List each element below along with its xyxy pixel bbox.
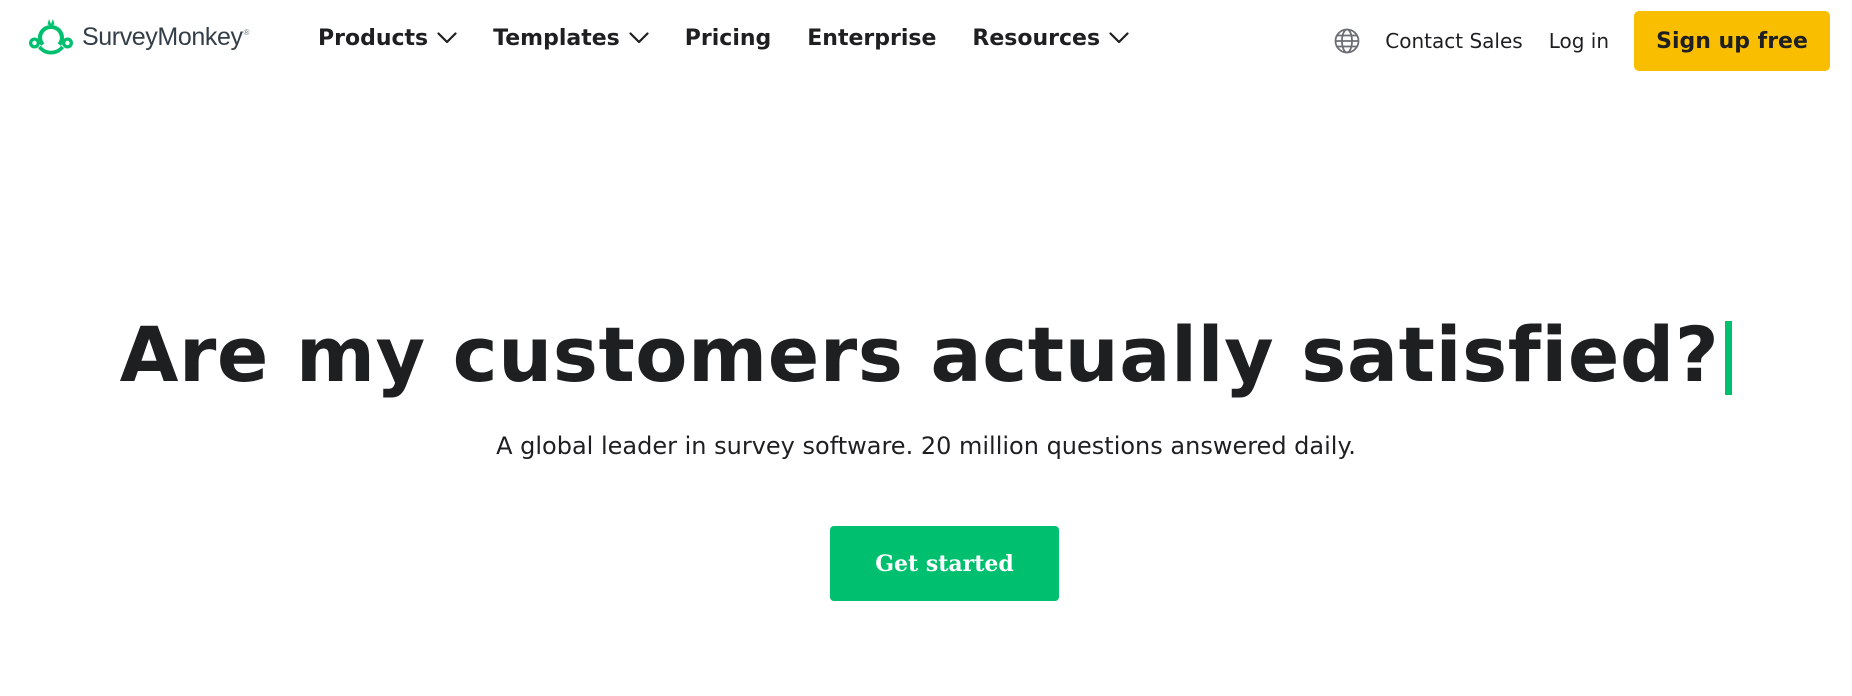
nav-pricing-label: Pricing bbox=[684, 25, 772, 51]
headline-row: Are my customers actually satisfied? bbox=[0, 300, 1852, 410]
hero-headline: Are my customers actually satisfied? bbox=[119, 310, 1720, 399]
surveymonkey-logo[interactable]: SurveyMonkey® bbox=[28, 14, 249, 60]
nav-resources-label: Resources bbox=[972, 25, 1101, 51]
nav-templates[interactable]: Templates bbox=[493, 26, 649, 51]
nav-products[interactable]: Products bbox=[318, 26, 457, 51]
utility-nav: Contact Sales Log in Sign up free bbox=[1333, 11, 1830, 71]
hero-subheadline: A global leader in survey software. 20 m… bbox=[496, 432, 1356, 460]
hero-section: Are my customers actually satisfied? A g… bbox=[0, 300, 1852, 460]
surveymonkey-logo-icon bbox=[29, 19, 73, 55]
site-header: SurveyMonkey® Products Templates Pricing… bbox=[0, 0, 1852, 84]
get-started-button[interactable]: Get started bbox=[830, 526, 1059, 601]
globe-icon[interactable] bbox=[1333, 27, 1361, 55]
chevron-down-icon bbox=[1109, 32, 1129, 44]
nav-enterprise[interactable]: Enterprise bbox=[807, 26, 936, 51]
sign-up-free-button[interactable]: Sign up free bbox=[1634, 11, 1830, 71]
contact-sales-link[interactable]: Contact Sales bbox=[1385, 29, 1522, 53]
main-nav: Products Templates Pricing Enterprise Re… bbox=[318, 20, 1129, 56]
nav-enterprise-label: Enterprise bbox=[807, 25, 937, 51]
logo-wordmark: SurveyMonkey® bbox=[82, 22, 250, 51]
nav-pricing[interactable]: Pricing bbox=[685, 26, 772, 51]
chevron-down-icon bbox=[437, 32, 457, 44]
chevron-down-icon bbox=[629, 32, 649, 44]
nav-templates-label: Templates bbox=[493, 25, 620, 51]
login-link[interactable]: Log in bbox=[1549, 29, 1609, 53]
nav-products-label: Products bbox=[318, 25, 429, 51]
nav-resources[interactable]: Resources bbox=[972, 26, 1129, 51]
registered-mark: ® bbox=[243, 28, 250, 38]
typing-cursor bbox=[1725, 321, 1733, 395]
